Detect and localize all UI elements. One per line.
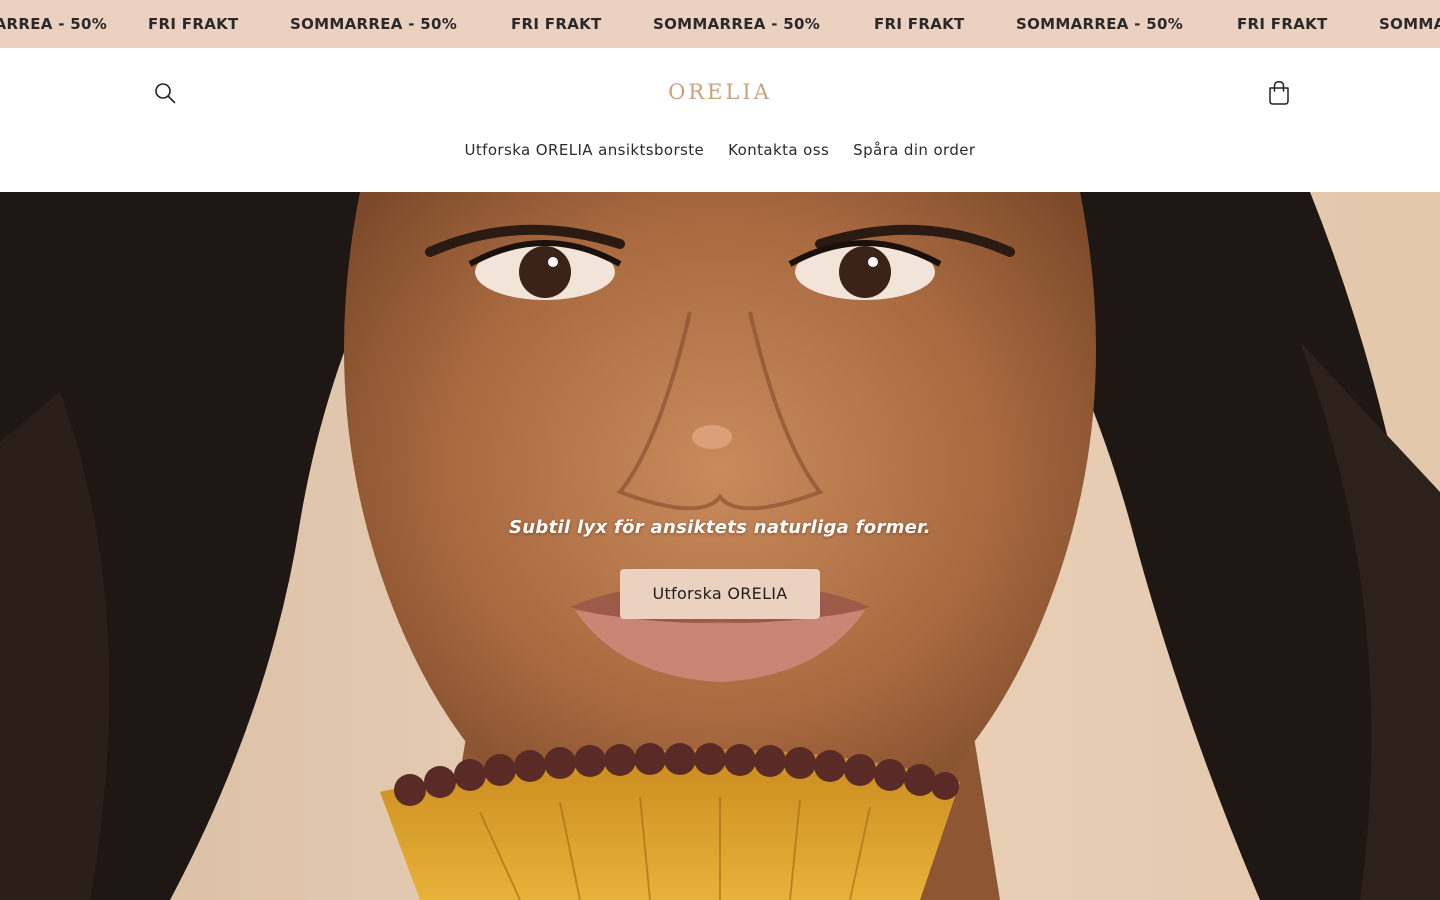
announcement-bar: SOMMARREA - 50% FRI FRAKT SOMMARREA - 50…	[0, 0, 1440, 48]
hero-portrait-image	[0, 192, 1440, 900]
announcement-item: SOMMARREA - 50%	[1016, 15, 1184, 33]
explore-orelia-button[interactable]: Utforska ORELIA	[620, 569, 820, 619]
announcement-item: FRI FRAKT	[1237, 15, 1328, 33]
announcement-item: SOMMARREA - 50%	[1379, 15, 1440, 33]
main-nav: Utforska ORELIA ansiktsborste Kontakta o…	[0, 138, 1440, 162]
announcement-item: SOMMARREA - 50%	[653, 15, 821, 33]
cart-button[interactable]	[1260, 74, 1298, 112]
search-button[interactable]	[146, 74, 184, 112]
shopping-bag-icon	[1269, 81, 1289, 105]
site-logo[interactable]: ORELIA	[620, 78, 820, 106]
search-icon	[155, 83, 176, 104]
announcement-item: SOMMARREA - 50%	[290, 15, 458, 33]
hero-banner: Subtil lyx för ansiktets naturliga forme…	[0, 192, 1440, 900]
announcement-item: FRI FRAKT	[874, 15, 965, 33]
nav-link-explore-brush[interactable]: Utforska ORELIA ansiktsborste	[465, 138, 705, 162]
site-header: ORELIA Utforska ORELIA ansiktsborste Kon…	[0, 48, 1440, 192]
announcement-marquee: SOMMARREA - 50% FRI FRAKT SOMMARREA - 50…	[0, 0, 1440, 48]
hero-tagline: Subtil lyx för ansiktets naturliga forme…	[509, 517, 931, 538]
nav-link-contact[interactable]: Kontakta oss	[728, 138, 829, 162]
nav-link-track-order[interactable]: Spåra din order	[853, 138, 975, 162]
announcement-item: FRI FRAKT	[148, 15, 239, 33]
announcement-item: FRI FRAKT	[511, 15, 602, 33]
announcement-item: SOMMARREA - 50%	[0, 15, 108, 33]
